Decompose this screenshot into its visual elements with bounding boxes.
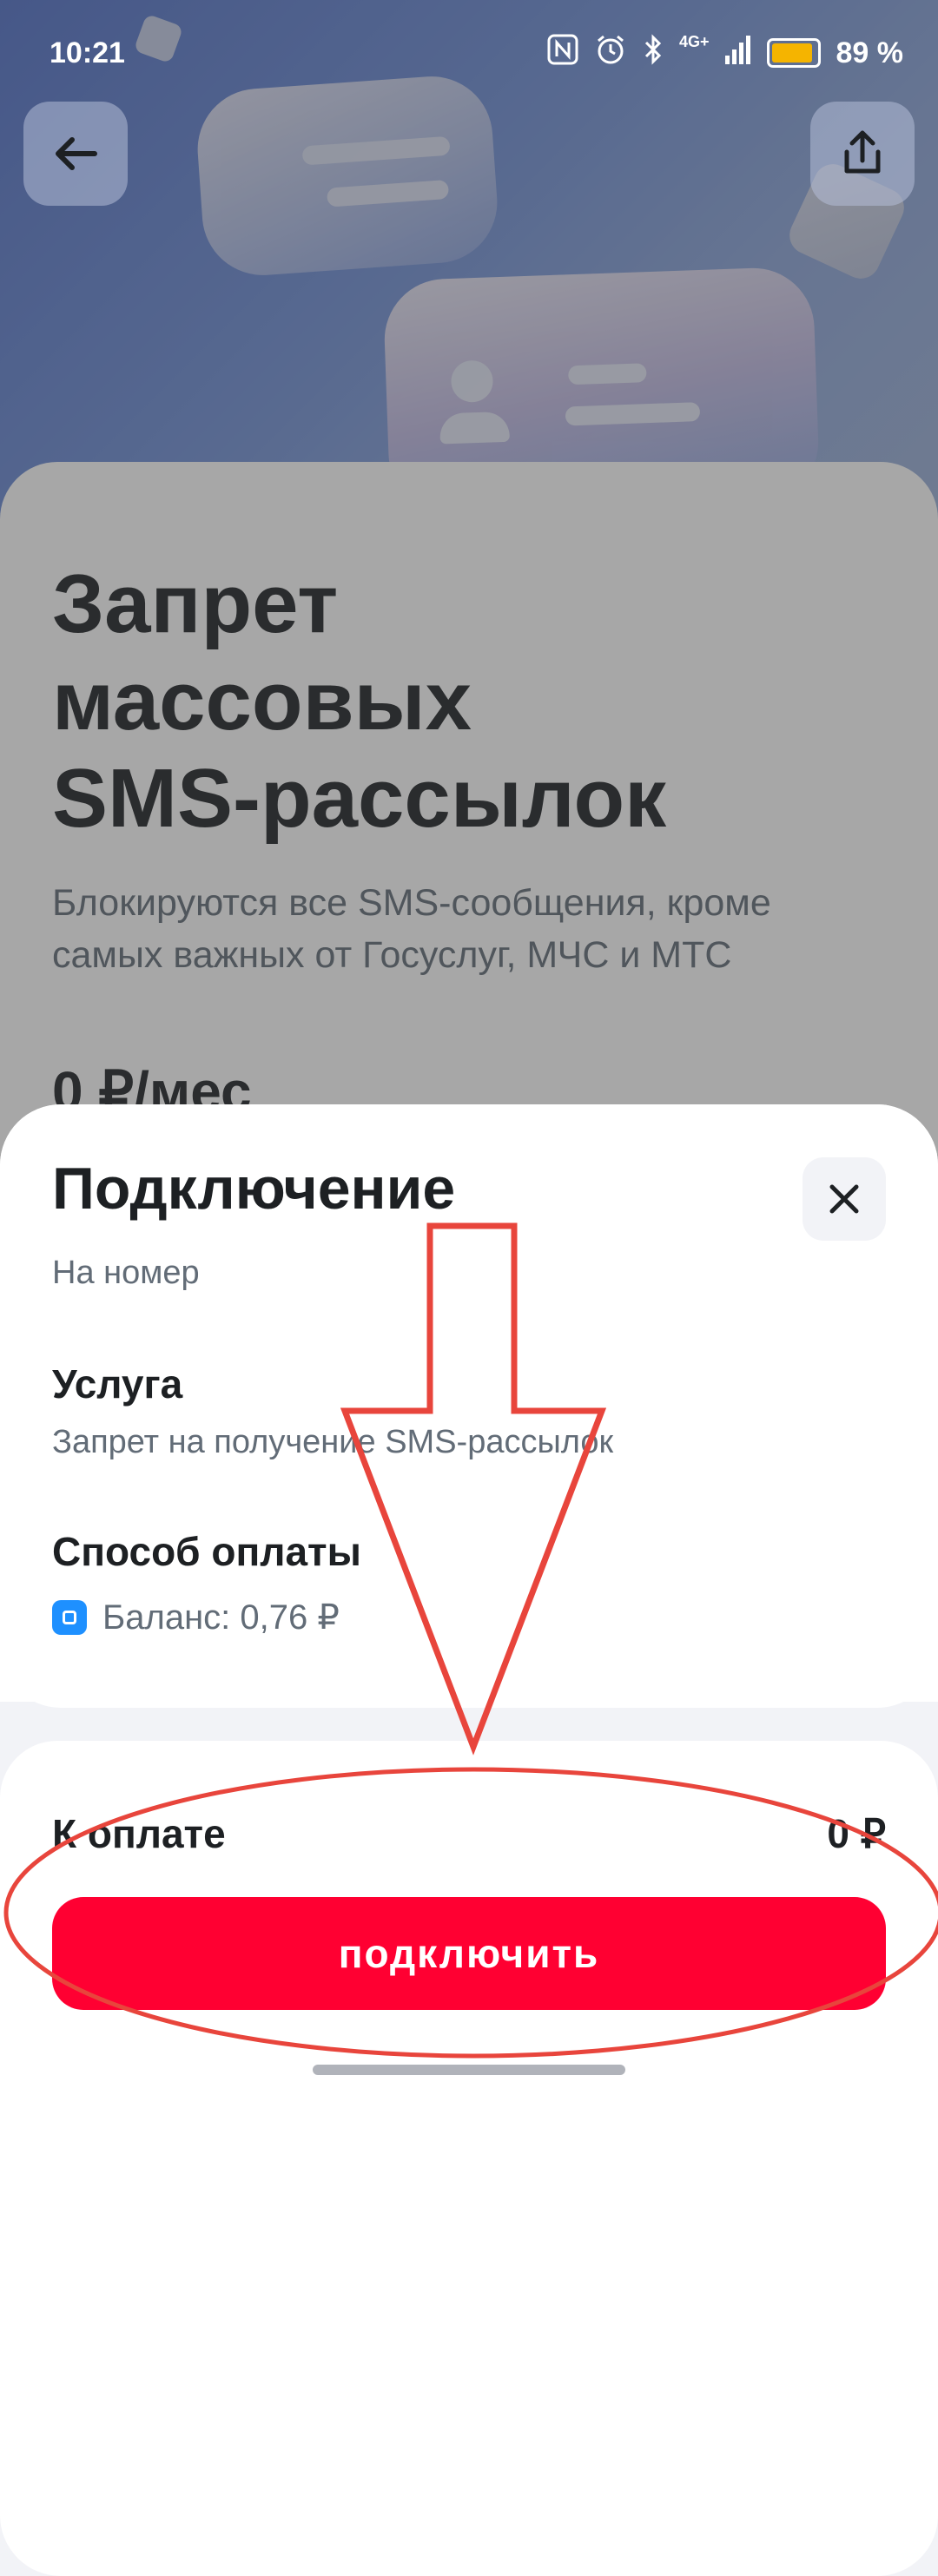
service-value: Запрет на получение SMS-рассылок (52, 1424, 614, 1460)
nfc-icon (547, 34, 578, 72)
alarm-icon (594, 33, 627, 73)
home-indicator[interactable] (313, 2065, 625, 2075)
payment-method-balance[interactable]: Баланс: 0,76 ₽ (52, 1598, 340, 1637)
status-time: 10:21 (50, 36, 125, 69)
battery-percent: 89 % (836, 36, 904, 69)
status-bar: 10:21 4G+ 89 % (0, 26, 938, 78)
network-type: 4G+ (678, 33, 710, 50)
close-icon (829, 1184, 859, 1214)
share-icon (844, 130, 881, 174)
payment-method-label: Способ оплаты (52, 1529, 361, 1574)
arrow-left-icon (56, 137, 97, 170)
phone-number-label: На номер (52, 1255, 200, 1291)
to-pay-label: К оплате (52, 1811, 226, 1856)
connect-button[interactable]: подключить (52, 1897, 886, 2010)
back-button[interactable] (23, 102, 128, 206)
sheet-title: Подключение (52, 1156, 456, 1222)
bluetooth-icon (643, 33, 664, 73)
share-button[interactable] (810, 102, 915, 206)
wallet-icon (52, 1600, 87, 1635)
close-button[interactable] (803, 1157, 886, 1241)
battery-icon (766, 38, 821, 68)
service-label: Услуга (52, 1361, 183, 1407)
to-pay-amount: 0 ₽ (827, 1811, 886, 1856)
balance-text: Баланс: 0,76 ₽ (102, 1598, 340, 1637)
signal-icon (724, 35, 751, 71)
